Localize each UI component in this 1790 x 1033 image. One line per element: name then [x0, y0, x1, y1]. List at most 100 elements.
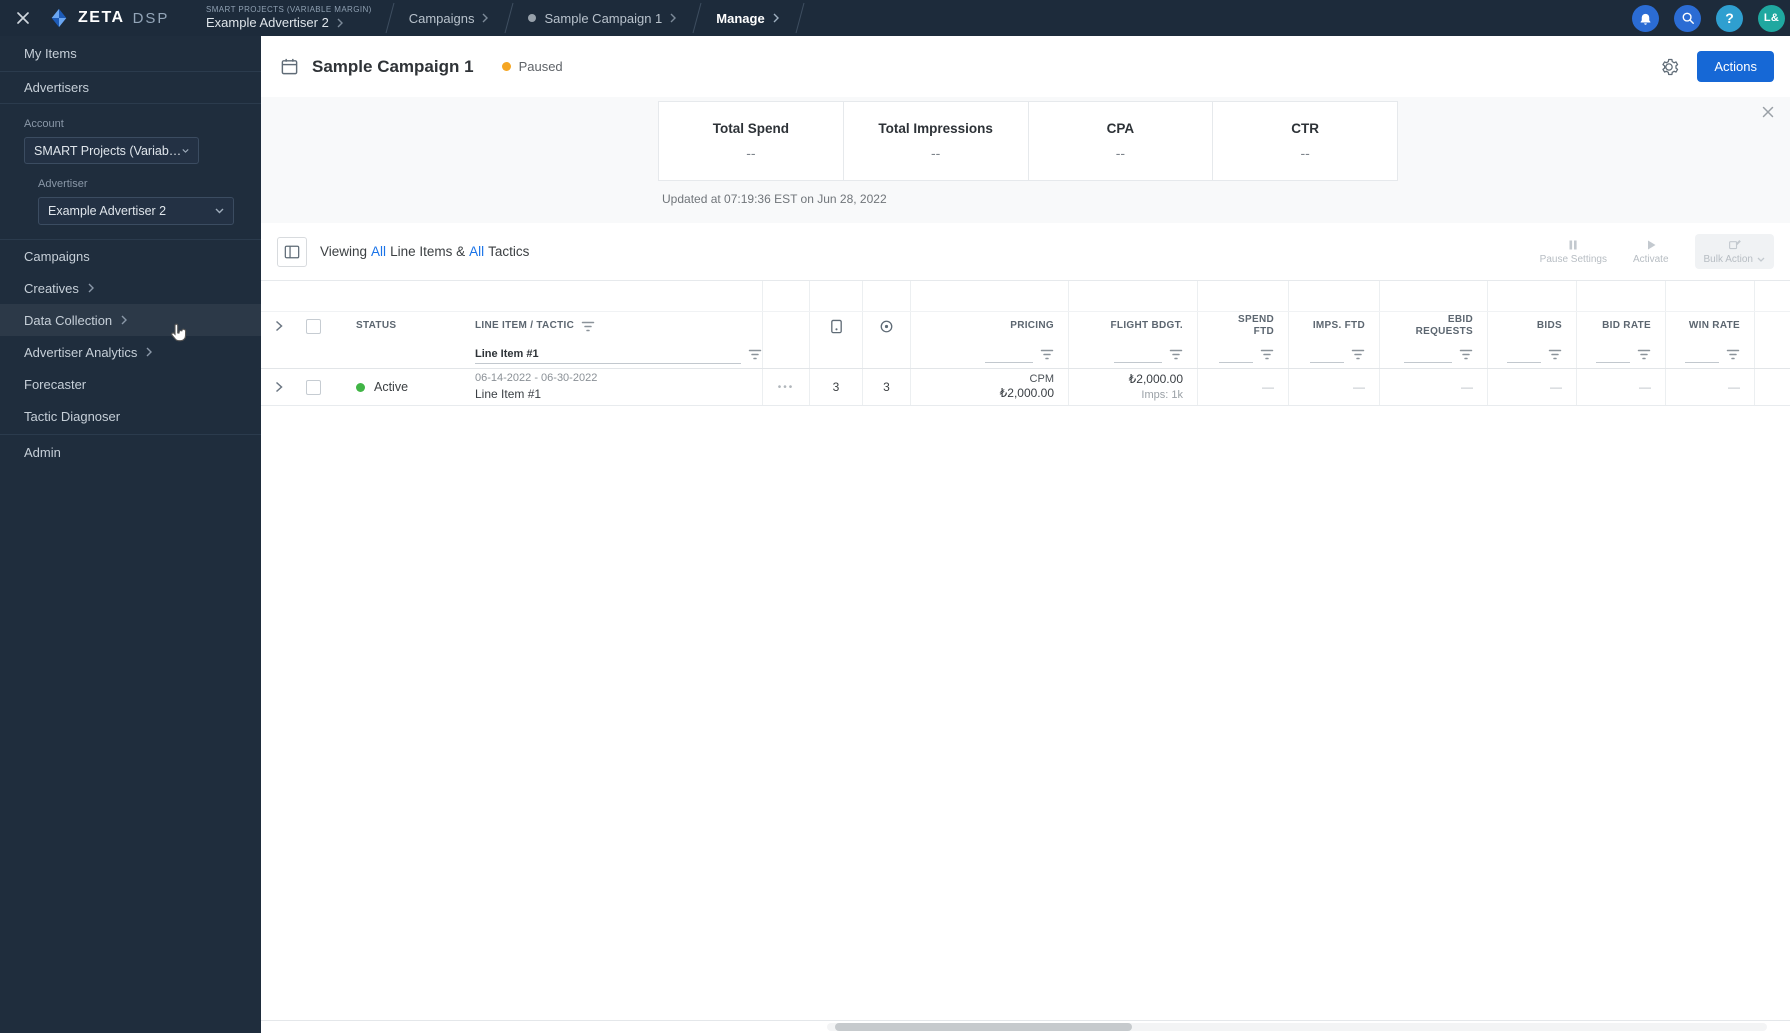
filter-flight-bdgt[interactable]: [1069, 340, 1198, 368]
toggle-panel-icon[interactable]: [277, 236, 307, 267]
column-header-win-rate[interactable]: WIN RATE: [1666, 312, 1755, 340]
stat-total-impressions: Total Impressions --: [844, 102, 1029, 180]
sidebar-item-campaigns[interactable]: Campaigns: [0, 240, 261, 272]
account-select-value: SMART Projects (Variable Margin): [34, 143, 182, 158]
filter-icon: [1260, 349, 1274, 359]
bulk-toolbar-buttons: Pause Settings Activate Bulk Action: [1540, 234, 1774, 269]
breadcrumb-item-campaign[interactable]: Sample Campaign 1: [515, 11, 689, 26]
filter-icon: [1726, 349, 1740, 359]
sidebar-item-admin[interactable]: Admin: [0, 435, 261, 469]
filter-line-item-value[interactable]: Line Item #1: [475, 348, 539, 360]
chevron-right-icon: [146, 347, 153, 357]
filter-imps-ftd[interactable]: [1289, 340, 1380, 368]
stat-total-spend: Total Spend --: [659, 102, 844, 180]
table-row[interactable]: Active 06-14-2022 - 06-30-2022 Line Item…: [261, 369, 1790, 406]
column-header-label: SPEND FTD: [1238, 314, 1274, 337]
table-toolbar: Viewing All Line Items & All Tactics Pau…: [261, 223, 1790, 280]
column-header-flight-bdgt[interactable]: FLIGHT BDGT.: [1069, 312, 1198, 340]
column-header-line-item[interactable]: LINE ITEM / TACTIC: [461, 312, 763, 340]
sidebar-item-label: Data Collection: [24, 312, 113, 328]
close-icon[interactable]: [16, 11, 30, 25]
column-header-spend-ftd[interactable]: SPEND FTD: [1198, 312, 1289, 340]
sidebar-item-label: Advertisers: [24, 80, 90, 95]
sidebar-item-advertiser-analytics[interactable]: Advertiser Analytics: [0, 336, 261, 368]
pause-settings-button[interactable]: Pause Settings: [1540, 239, 1607, 265]
filter-bid-rate[interactable]: [1577, 340, 1666, 368]
sidebar-item-advertisers[interactable]: Advertisers: [0, 72, 261, 104]
tactics-column-icon[interactable]: [863, 312, 911, 340]
column-header-imps-ftd[interactable]: IMPS. FTD: [1289, 312, 1380, 340]
sidebar-item-forecaster[interactable]: Forecaster: [0, 368, 261, 400]
row-pricing-cell: CPM ₺2,000.00: [911, 369, 1069, 405]
sidebar-item-label: Forecaster: [24, 376, 87, 392]
sidebar-item-my-items[interactable]: My Items: [0, 36, 261, 72]
row-creatives-count: 3: [810, 369, 863, 405]
column-header-status[interactable]: STATUS: [330, 312, 461, 340]
sidebar-item-creatives[interactable]: Creatives: [0, 272, 261, 304]
chevron-right-icon: [773, 13, 779, 23]
sidebar-item-label: Advertiser Analytics: [24, 344, 138, 360]
breadcrumb-item-campaigns[interactable]: Campaigns: [396, 11, 502, 26]
chevron-down-icon: [182, 148, 189, 153]
filter-win-rate[interactable]: [1666, 340, 1755, 368]
creatives-column-icon[interactable]: [810, 312, 863, 340]
breadcrumb-label: Sample Campaign 1: [544, 10, 663, 26]
account-select[interactable]: SMART Projects (Variable Margin): [24, 137, 199, 164]
stat-value: --: [1300, 145, 1310, 161]
activate-button[interactable]: Activate: [1633, 239, 1669, 265]
column-header-pricing[interactable]: PRICING: [911, 312, 1069, 340]
bulk-action-button[interactable]: Bulk Action: [1694, 234, 1774, 269]
breadcrumb-advertiser-label: Example Advertiser 2: [206, 14, 329, 30]
row-menu-icon[interactable]: •••: [778, 382, 795, 393]
notifications-icon[interactable]: [1632, 4, 1659, 32]
column-header-ebid-requests[interactable]: EBID REQUESTS: [1380, 312, 1488, 340]
column-header-bids[interactable]: BIDS: [1488, 312, 1577, 340]
advertiser-select[interactable]: Example Advertiser 2: [38, 197, 234, 225]
row-line-item-cell[interactable]: 06-14-2022 - 06-30-2022 Line Item #1: [461, 369, 763, 405]
viewing-all-line-items-link[interactable]: All: [371, 244, 386, 259]
pause-settings-label: Pause Settings: [1539, 253, 1607, 265]
actions-button[interactable]: Actions: [1697, 51, 1774, 82]
campaign-header: Sample Campaign 1 Paused Actions: [261, 36, 1790, 97]
breadcrumb-item-manage[interactable]: Manage: [703, 11, 791, 26]
breadcrumb-separator: [501, 1, 515, 35]
stats-panel: Total Spend -- Total Impressions -- CPA …: [261, 97, 1790, 223]
filter-spend-ftd[interactable]: [1198, 340, 1289, 368]
row-win-rate: —: [1666, 369, 1755, 405]
row-bids: —: [1488, 369, 1577, 405]
sidebar-item-label: Tactic Diagnoser: [24, 408, 121, 424]
expand-all-icon[interactable]: [261, 312, 296, 340]
gear-icon[interactable]: [1659, 57, 1679, 77]
row-line-item-name[interactable]: Line Item #1: [475, 386, 541, 402]
column-header-bid-rate[interactable]: BID RATE: [1577, 312, 1666, 340]
stat-label: Total Spend: [712, 121, 789, 136]
filter-pricing[interactable]: [911, 340, 1069, 368]
filter-bids[interactable]: [1488, 340, 1577, 368]
row-checkbox[interactable]: [305, 379, 321, 395]
filter-ebid-requests[interactable]: [1380, 340, 1488, 368]
help-icon[interactable]: ?: [1716, 4, 1743, 32]
viewing-all-tactics-link[interactable]: All: [469, 244, 484, 259]
avatar[interactable]: L&: [1758, 4, 1785, 32]
row-status-label: Active: [374, 380, 409, 394]
sidebar-item-tactic-diagnoser[interactable]: Tactic Diagnoser: [0, 400, 261, 432]
document-icon: [830, 319, 842, 333]
sidebar: My Items Advertisers Account SMART Proje…: [0, 36, 261, 1033]
stats-card: Total Spend -- Total Impressions -- CPA …: [658, 101, 1398, 181]
breadcrumb: SMART PROJECTS (VARIABLE MARGIN) Example…: [196, 0, 806, 36]
expand-row-icon[interactable]: [261, 369, 296, 405]
stat-label: Total Impressions: [878, 121, 993, 136]
filter-line-item[interactable]: Line Item #1: [461, 340, 763, 368]
select-all-checkbox[interactable]: [305, 318, 321, 334]
stats-close-icon[interactable]: [1762, 106, 1774, 118]
horizontal-scrollbar-thumb[interactable]: [835, 1023, 1132, 1031]
viewing-suffix: Tactics: [488, 244, 530, 259]
zeta-dsp-logo[interactable]: ZETA DSP: [48, 7, 178, 29]
campaign-status-dot-icon: [528, 14, 537, 22]
breadcrumb-label: Manage: [716, 10, 765, 26]
breadcrumb-advertiser-block[interactable]: SMART PROJECTS (VARIABLE MARGIN) Example…: [196, 5, 382, 31]
chevron-right-icon: [337, 18, 343, 28]
search-icon[interactable]: [1674, 4, 1701, 32]
sidebar-item-data-collection[interactable]: Data Collection: [0, 304, 261, 336]
flight-budget-value: ₺2,000.00: [1128, 372, 1183, 387]
